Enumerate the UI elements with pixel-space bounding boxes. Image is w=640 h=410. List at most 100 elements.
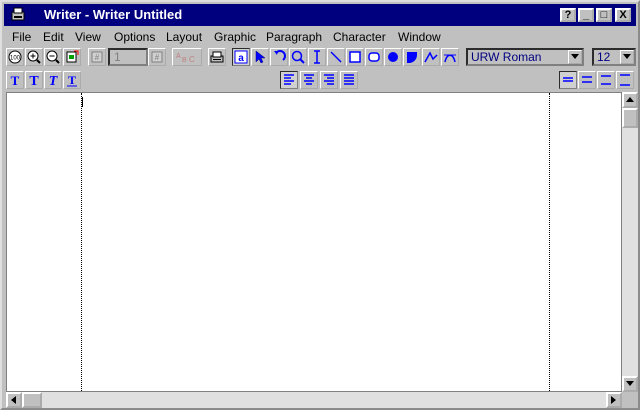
scroll-up-button[interactable] [622, 92, 638, 108]
scroll-right-button[interactable] [606, 392, 622, 408]
font-name-select[interactable]: URW Roman [466, 48, 584, 66]
rotate-tool-button[interactable] [270, 48, 288, 66]
vertical-scrollbar[interactable] [622, 92, 638, 392]
scroll-left-button[interactable] [6, 392, 22, 408]
rotate-icon [274, 50, 286, 61]
menu-character[interactable]: Character [333, 30, 386, 44]
underline-button[interactable]: T [63, 71, 81, 89]
line-spacing-double-button[interactable] [597, 71, 615, 89]
justify-button[interactable] [340, 71, 358, 89]
line-icon [330, 51, 342, 63]
page-number-field[interactable]: 1 [108, 48, 148, 66]
menu-paragraph[interactable]: Paragraph [266, 30, 322, 44]
plain-text-button[interactable]: T [6, 71, 24, 89]
zoom-tool-button[interactable] [289, 48, 307, 66]
svg-text:T: T [49, 74, 59, 87]
svg-text:#: # [155, 53, 160, 62]
help-button[interactable]: ? [560, 8, 576, 22]
spacing-double-icon [601, 75, 611, 85]
line-spacing-onehalf-button[interactable] [578, 71, 596, 89]
line-tool-button[interactable] [327, 48, 345, 66]
left-margin-guide [81, 93, 82, 391]
spacing-triple-icon [620, 74, 630, 86]
page-prev-button[interactable]: # [88, 48, 106, 66]
size-dropdown-button[interactable] [620, 50, 634, 64]
horizontal-scrollbar[interactable] [6, 392, 622, 408]
magnifier-icon [291, 50, 305, 64]
line-spacing-triple-button[interactable] [616, 71, 634, 89]
menu-file[interactable]: File [12, 30, 31, 44]
zoom-out-button[interactable] [44, 48, 62, 66]
rounded-rect-tool-button[interactable] [365, 48, 383, 66]
select-tool-button[interactable] [251, 48, 269, 66]
zoom-page-button[interactable]: 100 [6, 48, 24, 66]
svg-text:T: T [11, 73, 20, 87]
polyline-tool-button[interactable] [422, 48, 440, 66]
full-page-button[interactable] [63, 48, 81, 66]
align-left-button[interactable] [280, 71, 298, 89]
align-left-icon [284, 74, 294, 85]
svg-text:100: 100 [10, 56, 21, 62]
title-bar[interactable]: Writer - Writer Untitled ? _ □ X [4, 4, 636, 26]
ellipse-tool-button[interactable] [384, 48, 402, 66]
menu-view[interactable]: View [75, 30, 101, 44]
arrow-left-icon [11, 396, 16, 404]
svg-text:C: C [189, 55, 195, 64]
zoom-100-icon: 100 [8, 50, 22, 64]
svg-text:A: A [176, 53, 181, 60]
menu-window[interactable]: Window [398, 30, 441, 44]
text-cursor-tool-button[interactable] [308, 48, 326, 66]
menu-edit[interactable]: Edit [43, 30, 64, 44]
line-spacing-single-button[interactable] [559, 71, 577, 89]
bezier-icon [444, 54, 456, 63]
zoom-in-button[interactable] [25, 48, 43, 66]
window-title: Writer - Writer Untitled [44, 7, 183, 22]
close-button[interactable]: X [615, 8, 631, 22]
menu-bar: File Edit View Options Layout Graphic Pa… [4, 28, 636, 46]
page-next-button[interactable]: # [148, 48, 166, 66]
italic-button[interactable]: T [44, 71, 62, 89]
menu-options[interactable]: Options [114, 30, 155, 44]
bezier-tool-button[interactable] [441, 48, 459, 66]
menu-layout[interactable]: Layout [166, 30, 202, 44]
arc-icon [407, 52, 417, 63]
align-right-button[interactable] [320, 71, 338, 89]
spacing-onehalf-icon [582, 76, 592, 83]
spacing-single-icon [563, 77, 573, 82]
document-area[interactable] [6, 92, 622, 392]
format-toolbar: T T T T [4, 69, 636, 91]
arrow-up-icon [626, 97, 634, 102]
arc-tool-button[interactable] [403, 48, 421, 66]
bold-button[interactable]: T [25, 71, 43, 89]
font-size-value: 12 [597, 50, 611, 64]
spell-check-button[interactable]: ABC [172, 48, 202, 66]
right-margin-guide [549, 93, 550, 391]
arrow-down-icon [626, 381, 634, 386]
rounded-rectangle-icon [368, 52, 380, 62]
page-view-icon [66, 50, 79, 63]
menu-graphic[interactable]: Graphic [214, 30, 256, 44]
align-center-button[interactable] [300, 71, 318, 89]
underline-icon: T [67, 73, 77, 87]
maximize-button[interactable]: □ [596, 8, 612, 22]
svg-text:#: # [95, 53, 100, 62]
svg-text:a: a [238, 53, 244, 64]
text-plain-icon: T [11, 73, 20, 87]
horizontal-scroll-thumb[interactable] [22, 392, 42, 408]
scroll-corner [622, 392, 638, 408]
ellipse-icon [388, 52, 398, 62]
font-size-select[interactable]: 12 [592, 48, 636, 66]
font-dropdown-button[interactable] [568, 50, 582, 64]
scroll-down-button[interactable] [622, 376, 638, 392]
writer-app-icon[interactable] [10, 7, 26, 23]
text-tool-button[interactable]: a [232, 48, 250, 66]
page-prev-icon: # [91, 51, 103, 63]
chevron-down-icon [571, 54, 579, 59]
writer-window: Writer - Writer Untitled ? _ □ X File Ed… [0, 0, 640, 410]
svg-text:T: T [29, 74, 39, 87]
rectangle-tool-button[interactable] [346, 48, 364, 66]
vertical-scroll-thumb[interactable] [622, 108, 638, 128]
minimize-button[interactable]: _ [578, 8, 594, 22]
print-button[interactable] [208, 48, 226, 66]
polyline-icon [424, 51, 438, 63]
